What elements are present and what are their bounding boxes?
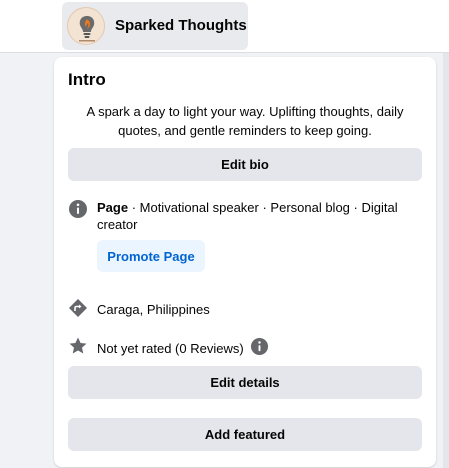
directions-icon — [69, 299, 87, 317]
page-avatar — [67, 7, 105, 45]
page-category: Page · Motivational speaker · Personal b… — [97, 199, 427, 216]
page-category-continued: creator — [97, 217, 138, 232]
promote-page-button[interactable]: Promote Page — [97, 240, 205, 272]
edit-bio-button[interactable]: Edit bio — [68, 148, 422, 181]
page-category-list: · Motivational speaker · Personal blog ·… — [128, 200, 398, 215]
page-category-prefix: Page — [97, 200, 129, 215]
intro-title: Intro — [68, 70, 106, 89]
star-icon — [69, 337, 87, 354]
page-name: Sparked Thoughts — [115, 17, 247, 34]
bio-text: A spark a day to light your way. Uplifti… — [86, 104, 404, 138]
lightbulb-logo-icon — [68, 8, 104, 44]
edit-details-button[interactable]: Edit details — [68, 366, 422, 399]
rating-info-icon[interactable] — [250, 337, 269, 356]
right-edge-panel — [443, 53, 449, 468]
intro-card: Intro A spark a day to light your way. U… — [54, 57, 436, 467]
add-featured-button[interactable]: Add featured — [68, 418, 422, 451]
info-icon — [69, 200, 87, 218]
location-text: Caraga, Philippines — [97, 302, 210, 317]
top-bar: Sparked Thoughts — [0, 0, 449, 53]
rating-text: Not yet rated (0 Reviews) — [97, 341, 244, 356]
page-profile-chip[interactable]: Sparked Thoughts — [62, 2, 248, 50]
